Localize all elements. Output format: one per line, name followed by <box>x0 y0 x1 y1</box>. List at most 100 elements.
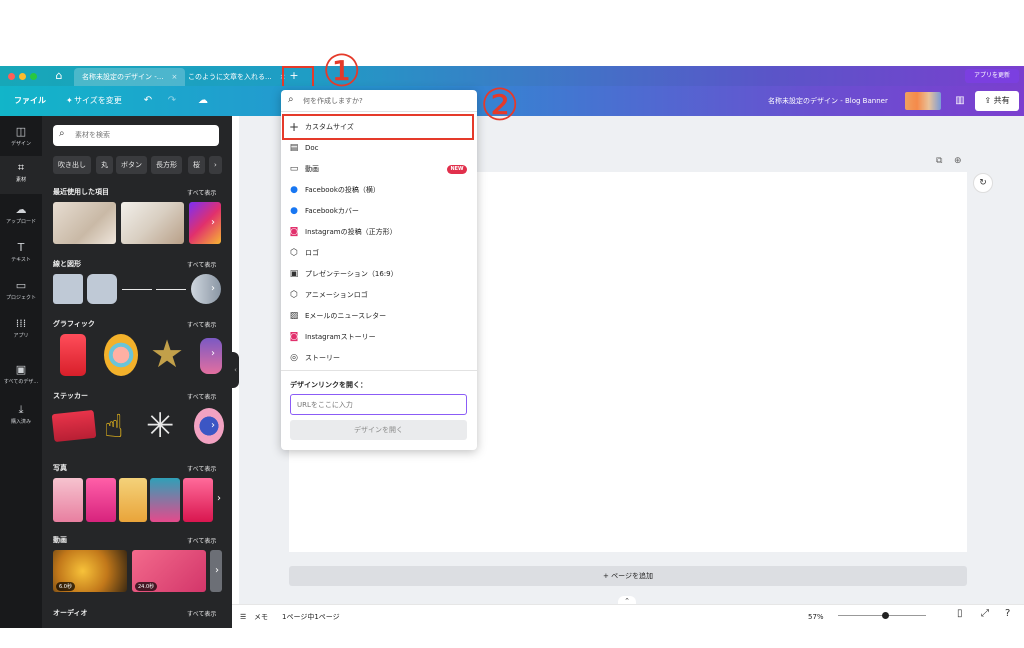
photo-thumb[interactable] <box>86 478 116 522</box>
rail-item-design[interactable]: ◫ デザイン <box>0 120 42 156</box>
line-shape[interactable] <box>122 289 152 290</box>
notes-button[interactable]: メモ <box>254 605 268 629</box>
refresh-icon[interactable]: ↻ <box>973 173 993 193</box>
update-app-button[interactable]: アプリを更新 <box>965 69 1019 83</box>
chip[interactable]: ボタン <box>116 156 147 174</box>
scroll-right-icon[interactable]: › <box>206 416 220 436</box>
tab-design-1[interactable]: 名称未設定のデザイン -... × <box>74 68 186 86</box>
photo-thumb[interactable] <box>183 478 213 522</box>
see-all-link[interactable]: すべて表示 <box>187 320 216 329</box>
rail-item-purchased[interactable]: ⤓ 購入済み <box>0 398 42 434</box>
badge-graphic[interactable] <box>104 334 138 376</box>
add-page-button[interactable]: + ページを追加 <box>289 566 967 586</box>
menu-item-logo[interactable]: ⬡ ロゴ <box>281 243 477 264</box>
resize-button[interactable]: サイズを変更 <box>74 86 122 116</box>
photo-thumb[interactable] <box>53 478 83 522</box>
see-all-link[interactable]: すべて表示 <box>187 609 216 618</box>
arrow-line-shape[interactable] <box>156 289 186 290</box>
new-badge: NEW <box>447 165 467 174</box>
menu-item-animated-logo[interactable]: ⬡ アニメーションロゴ <box>281 285 477 306</box>
chip[interactable]: 長方形 <box>151 156 182 174</box>
recent-photo-thumb[interactable] <box>53 202 116 244</box>
sparkle-sticker[interactable]: ✳ <box>146 406 175 446</box>
design-url-input[interactable] <box>291 395 466 414</box>
file-menu[interactable]: ファイル <box>14 86 46 116</box>
star-graphic[interactable]: ★ <box>150 332 184 376</box>
design-title[interactable]: 名称未設定のデザイン - Blog Banner <box>768 86 888 116</box>
instagram-icon: ◙ <box>289 332 299 342</box>
notes-icon[interactable]: ☰ <box>240 605 246 629</box>
scroll-right-icon[interactable]: › <box>210 561 224 581</box>
elements-icon: ⌗ <box>17 161 25 174</box>
chip-next-icon[interactable]: › <box>209 156 222 174</box>
menu-item-video[interactable]: ▭ 動画 NEW <box>281 159 477 180</box>
undo-icon[interactable]: ↶ <box>141 94 155 108</box>
insights-icon[interactable]: ▥ <box>953 94 967 108</box>
menu-item-story[interactable]: ◎ ストーリー <box>281 348 477 369</box>
rail-item-projects[interactable]: ▭ プロジェクト <box>0 274 42 310</box>
story-icon: ◎ <box>290 353 298 363</box>
scroll-right-icon[interactable]: › <box>206 344 220 364</box>
rail-item-text[interactable]: T テキスト <box>0 236 42 272</box>
avatar[interactable] <box>905 92 941 110</box>
rounded-square-shape[interactable] <box>87 274 117 304</box>
maximize-window-dot[interactable] <box>30 73 37 80</box>
section-videos-title: 動画 <box>53 536 67 544</box>
hand-sticker[interactable]: ☝ <box>104 406 123 446</box>
close-window-dot[interactable] <box>8 73 15 80</box>
zoom-slider-handle[interactable] <box>882 612 889 619</box>
see-all-link[interactable]: すべて表示 <box>187 260 216 269</box>
rail-item-all-designs[interactable]: ▣ すべてのデザ... <box>0 358 42 394</box>
apps-icon: ⁞⁞⁞ <box>15 317 27 330</box>
share-button[interactable]: ⇪ 共有 <box>975 91 1019 111</box>
photo-thumb[interactable] <box>150 478 180 522</box>
help-icon[interactable]: ? <box>1005 608 1010 619</box>
cola-can-graphic[interactable] <box>60 334 86 376</box>
scroll-right-icon[interactable]: › <box>206 279 220 299</box>
menu-item-doc[interactable]: ▤ Doc <box>281 138 477 159</box>
page-indicator[interactable]: 1ページ中1ページ <box>282 605 340 629</box>
fullscreen-icon[interactable]: ⤢ <box>981 608 989 619</box>
close-tab-icon[interactable]: × <box>171 73 177 81</box>
tab-design-2[interactable]: このように文章を入れる... × <box>180 68 294 86</box>
home-icon[interactable]: ⌂ <box>52 69 66 83</box>
section-recent-title: 最近使用した項目 <box>53 188 109 196</box>
scroll-right-icon[interactable]: › <box>206 213 220 233</box>
see-all-link[interactable]: すべて表示 <box>187 536 216 545</box>
app-window: ⌂ 名称未設定のデザイン -... × このように文章を入れる... × + アプリ… <box>0 0 1024 648</box>
see-all-link[interactable]: すべて表示 <box>187 188 216 197</box>
square-shape[interactable] <box>53 274 83 304</box>
see-all-link[interactable]: すべて表示 <box>187 392 216 401</box>
add-page-icon[interactable]: ⊕ <box>954 156 962 166</box>
divider <box>281 370 477 371</box>
collapse-panel-handle[interactable]: ‹ <box>232 352 239 388</box>
see-all-link[interactable]: すべて表示 <box>187 464 216 473</box>
duplicate-page-icon[interactable]: ⧉ <box>936 156 942 166</box>
recent-photo-thumb[interactable] <box>121 202 184 244</box>
photo-thumb[interactable] <box>119 478 147 522</box>
minimize-window-dot[interactable] <box>19 73 26 80</box>
rail-item-apps[interactable]: ⁞⁞⁞ アプリ <box>0 312 42 348</box>
menu-item-instagram-post[interactable]: ◙ Instagramの投稿（正方形） <box>281 222 477 243</box>
open-design-button[interactable]: デザインを開く <box>290 420 467 440</box>
design-url-field[interactable] <box>290 394 467 415</box>
menu-item-email-newsletter[interactable]: ▨ Eメールのニュースレター <box>281 306 477 327</box>
rail-item-upload[interactable]: ☁ アップロード <box>0 198 42 234</box>
zoom-level[interactable]: 57% <box>808 605 824 629</box>
chip[interactable]: 丸 <box>96 156 113 174</box>
cloud-save-icon[interactable]: ☁ <box>196 94 210 108</box>
elements-search-field[interactable]: ⌕ 素材を検索 <box>53 125 219 146</box>
chip[interactable]: 吹き出し <box>53 156 91 174</box>
page-count-icon[interactable]: ▯ <box>957 608 963 619</box>
redo-icon[interactable]: ↷ <box>165 94 179 108</box>
menu-item-presentation[interactable]: ▣ プレゼンテーション（16:9） <box>281 264 477 285</box>
rail-item-elements[interactable]: ⌗ 素材 <box>0 156 42 194</box>
menu-item-facebook-post[interactable]: ● Facebookの投稿（横） <box>281 180 477 201</box>
valentine-sticker[interactable] <box>51 409 97 443</box>
scroll-right-icon[interactable]: › <box>212 489 226 509</box>
create-design-dropdown: ⌕ 何を作成しますか? + カスタムサイズ ▤ Doc ▭ 動画 NEW ● F… <box>281 90 477 450</box>
create-search-field[interactable]: ⌕ 何を作成しますか? <box>281 90 477 112</box>
menu-item-facebook-cover[interactable]: ● Facebookカバー <box>281 201 477 222</box>
chip[interactable]: 桜 <box>188 156 205 174</box>
menu-item-instagram-story[interactable]: ◙ Instagramストーリー <box>281 327 477 348</box>
